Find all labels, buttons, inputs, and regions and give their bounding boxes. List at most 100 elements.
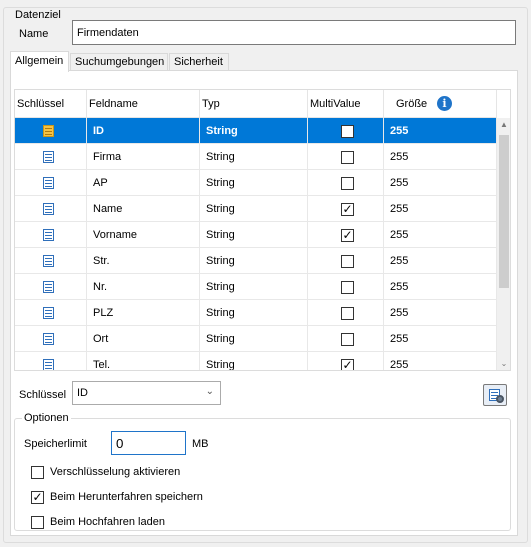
groesse-cell[interactable]: 255 <box>384 170 497 196</box>
column-header-feldname[interactable]: Feldname <box>87 90 200 118</box>
feldname-cell[interactable]: ID <box>87 118 200 144</box>
feldname-cell[interactable]: Name <box>87 196 200 222</box>
table-row[interactable]: Name String ✓ 255 <box>15 196 497 222</box>
multivalue-cell[interactable] <box>308 274 384 300</box>
groesse-cell[interactable]: 255 <box>384 326 497 352</box>
multivalue-checkbox[interactable] <box>341 151 354 164</box>
typ-cell[interactable]: String <box>200 170 308 196</box>
schluessel-select-value: ID <box>77 387 88 399</box>
groesse-cell[interactable]: 255 <box>384 274 497 300</box>
column-header-multivalue[interactable]: MultiValue <box>308 90 384 118</box>
multivalue-cell[interactable]: ✓ <box>308 222 384 248</box>
multivalue-checkbox[interactable] <box>341 125 354 138</box>
typ-cell[interactable]: String <box>200 144 308 170</box>
checkbox-label[interactable]: Beim Herunterfahren speichern <box>50 491 203 503</box>
key-cell[interactable] <box>15 248 87 274</box>
key-cell[interactable] <box>15 300 87 326</box>
groesse-cell[interactable]: 255 <box>384 144 497 170</box>
scrollbar-thumb[interactable] <box>499 135 509 288</box>
optionen-title: Optionen <box>22 412 71 424</box>
table-row[interactable]: Nr. String 255 <box>15 274 497 300</box>
multivalue-cell[interactable] <box>308 326 384 352</box>
table-row[interactable]: Firma String 255 <box>15 144 497 170</box>
tab-suchumgebungen[interactable]: Suchumgebungen <box>70 53 168 71</box>
multivalue-checkbox[interactable]: ✓ <box>341 229 354 242</box>
typ-cell[interactable]: String <box>200 300 308 326</box>
primary-key-field-icon <box>43 125 54 137</box>
feldname-cell[interactable]: Nr. <box>87 274 200 300</box>
field-icon <box>43 307 54 319</box>
typ-cell[interactable]: String <box>200 326 308 352</box>
column-header-typ[interactable]: Typ <box>200 90 308 118</box>
feldname-cell[interactable]: PLZ <box>87 300 200 326</box>
multivalue-cell[interactable] <box>308 144 384 170</box>
checkbox-label[interactable]: Beim Hochfahren laden <box>50 516 165 528</box>
typ-cell[interactable]: String <box>200 118 308 144</box>
key-cell[interactable] <box>15 352 87 370</box>
groesse-cell[interactable]: 255 <box>384 222 497 248</box>
typ-cell[interactable]: String <box>200 222 308 248</box>
grid-vertical-scrollbar[interactable]: ▲ ⌄ <box>497 118 510 370</box>
typ-cell[interactable]: String <box>200 274 308 300</box>
field-icon <box>43 229 54 241</box>
scroll-down-arrow-icon[interactable]: ⌄ <box>497 357 510 370</box>
checkbox-box[interactable] <box>31 466 44 479</box>
typ-cell[interactable]: String <box>200 248 308 274</box>
table-row[interactable]: ID String 255 <box>15 118 497 144</box>
multivalue-checkbox[interactable] <box>341 307 354 320</box>
multivalue-checkbox[interactable] <box>341 177 354 190</box>
field-grid[interactable]: Schlüssel Feldname Typ MultiValue Größe … <box>14 89 511 371</box>
groesse-cell[interactable]: 255 <box>384 196 497 222</box>
key-cell[interactable] <box>15 222 87 248</box>
tab-allgemein[interactable]: Allgemein <box>10 51 69 72</box>
key-cell[interactable] <box>15 144 87 170</box>
feldname-cell[interactable]: Ort <box>87 326 200 352</box>
table-row[interactable]: Ort String 255 <box>15 326 497 352</box>
schluessel-select[interactable]: ID ⌄ <box>72 381 221 405</box>
feldname-cell[interactable]: Tel. <box>87 352 200 370</box>
multivalue-checkbox[interactable]: ✓ <box>341 359 354 370</box>
multivalue-checkbox[interactable] <box>341 333 354 346</box>
table-row[interactable]: AP String 255 <box>15 170 497 196</box>
multivalue-checkbox[interactable] <box>341 281 354 294</box>
groupbox-title: Datenziel <box>13 9 63 21</box>
checkbox-box[interactable]: ✓ <box>31 491 44 504</box>
feldname-cell[interactable]: Str. <box>87 248 200 274</box>
multivalue-cell[interactable]: ✓ <box>308 352 384 370</box>
scroll-up-arrow-icon[interactable]: ▲ <box>497 118 510 132</box>
table-row[interactable]: Vorname String ✓ 255 <box>15 222 497 248</box>
groesse-cell[interactable]: 255 <box>384 118 497 144</box>
name-input[interactable] <box>72 20 516 45</box>
field-settings-button[interactable] <box>483 384 507 406</box>
info-icon[interactable]: i <box>437 96 452 111</box>
table-row[interactable]: Tel. String ✓ 255 <box>15 352 497 370</box>
multivalue-cell[interactable] <box>308 118 384 144</box>
multivalue-cell[interactable] <box>308 248 384 274</box>
groesse-cell[interactable]: 255 <box>384 300 497 326</box>
key-cell[interactable] <box>15 274 87 300</box>
table-row[interactable]: PLZ String 255 <box>15 300 497 326</box>
checkbox-label[interactable]: Verschlüsselung aktivieren <box>50 466 180 478</box>
typ-cell[interactable]: String <box>200 352 308 370</box>
checkbox-box[interactable] <box>31 516 44 529</box>
key-cell[interactable] <box>15 170 87 196</box>
key-cell[interactable] <box>15 118 87 144</box>
typ-cell[interactable]: String <box>200 196 308 222</box>
tab-sicherheit[interactable]: Sicherheit <box>169 53 229 71</box>
feldname-cell[interactable]: AP <box>87 170 200 196</box>
multivalue-cell[interactable] <box>308 300 384 326</box>
speicherlimit-input[interactable] <box>111 431 186 455</box>
table-row[interactable]: Str. String 255 <box>15 248 497 274</box>
feldname-cell[interactable]: Firma <box>87 144 200 170</box>
groesse-cell[interactable]: 255 <box>384 352 497 370</box>
multivalue-cell[interactable]: ✓ <box>308 196 384 222</box>
multivalue-checkbox[interactable]: ✓ <box>341 203 354 216</box>
feldname-cell[interactable]: Vorname <box>87 222 200 248</box>
key-cell[interactable] <box>15 196 87 222</box>
key-cell[interactable] <box>15 326 87 352</box>
multivalue-cell[interactable] <box>308 170 384 196</box>
multivalue-checkbox[interactable] <box>341 255 354 268</box>
column-header-schluessel[interactable]: Schlüssel <box>15 90 87 118</box>
field-icon <box>43 333 54 345</box>
groesse-cell[interactable]: 255 <box>384 248 497 274</box>
